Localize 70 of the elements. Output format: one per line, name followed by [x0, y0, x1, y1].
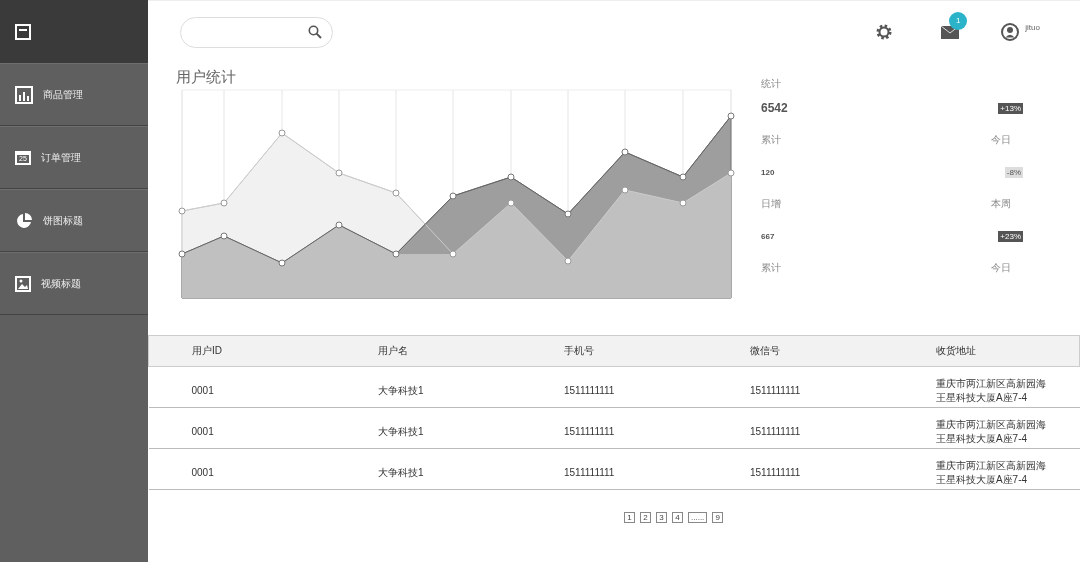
table-cell-text: 1511111111	[749, 425, 802, 439]
data-point	[220, 232, 228, 240]
table-cell-text: 1511111111	[749, 384, 802, 398]
table-cell-text: 大争科技1	[378, 384, 425, 398]
table-cell-text: 1511111111	[564, 384, 616, 398]
document-icon[interactable]	[15, 23, 31, 40]
data-point	[220, 199, 228, 207]
data-point	[392, 250, 400, 258]
data-point	[278, 259, 286, 267]
sidebar-item[interactable]: 视频标题	[0, 252, 148, 315]
data-point	[392, 189, 400, 197]
table-cell-text: 0001	[191, 466, 215, 480]
table-cell-text: 1511111111	[749, 466, 802, 480]
data-point	[507, 173, 515, 181]
period-label: 今日	[991, 133, 1011, 147]
stat-value: 6542	[761, 101, 788, 115]
stat-caption: 累计	[761, 133, 781, 147]
change-badge: -8%	[1004, 166, 1023, 178]
data-point	[679, 199, 687, 207]
data-point	[335, 221, 343, 229]
search-icon	[308, 25, 322, 39]
page-button[interactable]: 9	[712, 512, 724, 523]
change-badge: +13%	[998, 102, 1023, 114]
data-point	[449, 250, 457, 258]
stat-value: 667	[761, 231, 775, 241]
table-cell-text: 重庆市两江新区高新园海王星科技大厦A座7-4	[935, 418, 1047, 446]
user-name[interactable]: jituo	[1025, 23, 1040, 32]
data-point	[278, 129, 286, 137]
period-label: 今日	[991, 261, 1011, 275]
user-icon[interactable]	[1001, 23, 1020, 41]
period-label: 本周	[991, 197, 1011, 211]
stat-value: 120	[761, 167, 775, 177]
sidebar-item[interactable]: 商品管理	[0, 63, 148, 126]
data-point	[564, 257, 572, 265]
table-cell-text: 1511111111	[564, 466, 616, 480]
page-button[interactable]: ......	[688, 512, 708, 523]
stat-caption: 累计	[761, 261, 781, 275]
section-title: 用户统计	[176, 68, 237, 87]
data-point	[335, 169, 343, 177]
table-cell-text: 0001	[191, 425, 215, 439]
image-icon	[15, 275, 31, 292]
data-point	[507, 199, 515, 207]
sidebar-item[interactable]: 饼图标题	[0, 189, 148, 252]
page-button[interactable]: 3	[656, 512, 667, 523]
page-button[interactable]: 2	[640, 512, 651, 523]
column-header: 用户ID	[192, 345, 222, 356]
column-header: 收货地址	[935, 345, 976, 356]
column-header: 用户名	[378, 345, 408, 356]
column-header: 微信号	[749, 345, 780, 356]
page-button[interactable]: 1	[624, 512, 635, 523]
table-cell-text: 0001	[191, 384, 215, 398]
settings-icon[interactable]	[875, 23, 894, 41]
table-cell-text: 1511111111	[564, 425, 616, 439]
bar-chart-icon	[15, 85, 33, 104]
data-point	[564, 210, 572, 218]
pie-chart-icon	[15, 211, 33, 230]
data-point	[679, 173, 687, 181]
data-point	[621, 186, 629, 194]
table-cell-text: 大争科技1	[378, 466, 425, 480]
change-badge: +23%	[998, 230, 1023, 242]
table-cell-text: 重庆市两江新区高新园海王星科技大厦A座7-4	[935, 459, 1047, 487]
table-cell-text: 重庆市两江新区高新园海王星科技大厦A座7-4	[935, 377, 1047, 405]
stat-caption: 日增	[761, 197, 781, 211]
data-point	[621, 148, 629, 156]
table-cell-text: 大争科技1	[378, 425, 425, 439]
data-point	[449, 192, 457, 200]
page-button[interactable]: 4	[672, 512, 683, 523]
stat-caption: 统计	[761, 77, 782, 91]
notification-badge: 1	[949, 11, 968, 30]
column-header: 手机号	[564, 345, 594, 356]
